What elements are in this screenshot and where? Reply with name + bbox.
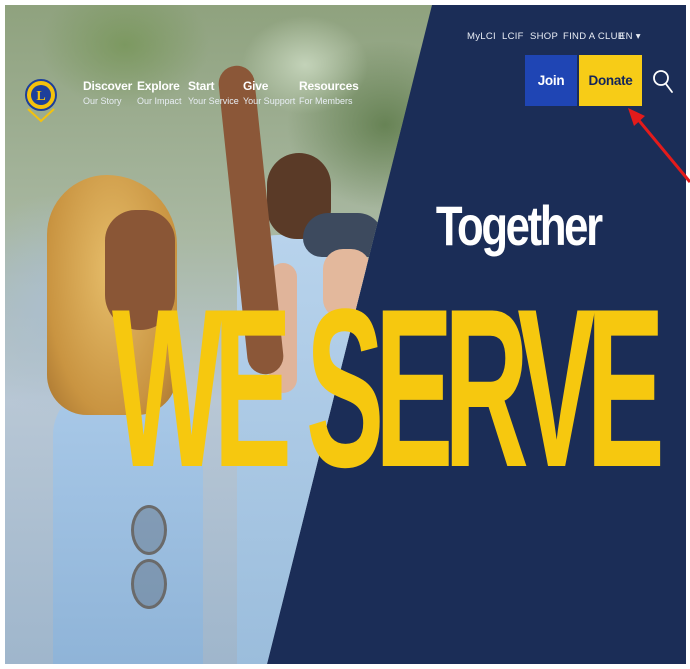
hero-frame: L Discover Our Story Explore Our Impact … [5, 5, 686, 664]
nav-give[interactable]: Give Your Support [243, 79, 295, 106]
nav-explore[interactable]: Explore Our Impact [137, 79, 182, 106]
util-link-find-a-club[interactable]: FIND A CLUB [563, 31, 624, 42]
nav-sublabel: Our Impact [137, 96, 182, 106]
nav-sublabel: Your Service [188, 96, 239, 106]
nav-discover[interactable]: Discover Our Story [83, 79, 132, 106]
util-link-lcif[interactable]: LCIF [502, 31, 524, 42]
donate-button[interactable]: Donate [579, 55, 642, 106]
nav-label: Resources [299, 79, 359, 93]
svg-text:L: L [36, 89, 45, 104]
nav-sublabel: Our Story [83, 96, 122, 106]
language-select[interactable]: EN ▾ [619, 31, 641, 42]
nav-sublabel: For Members [299, 96, 353, 106]
search-icon[interactable] [652, 68, 674, 94]
nav-label: Discover [83, 79, 133, 93]
nav-sublabel: Your Support [243, 96, 296, 106]
join-button[interactable]: Join [525, 55, 577, 106]
nav-resources[interactable]: Resources For Members [299, 79, 359, 106]
nav-label: Give [243, 79, 269, 93]
hero-headline-we-serve: WE SERVE [112, 261, 665, 514]
photo-sunglasses [131, 505, 167, 609]
util-link-shop[interactable]: SHOP [530, 31, 558, 42]
nav-label: Explore [137, 79, 180, 93]
lions-logo-icon[interactable]: L [25, 65, 57, 125]
hero-headline-together: Together [435, 194, 603, 257]
nav-start[interactable]: Start Your Service [188, 79, 239, 106]
nav-label: Start [188, 79, 215, 93]
util-link-mylci[interactable]: MyLCI [467, 31, 496, 42]
